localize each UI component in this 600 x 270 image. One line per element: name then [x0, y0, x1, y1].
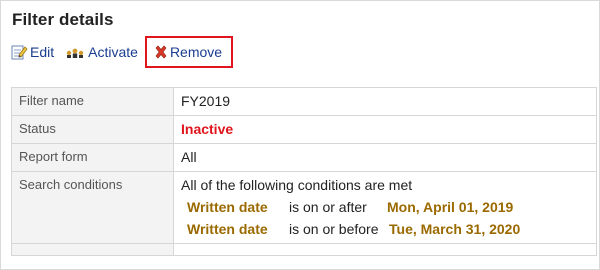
- edit-link[interactable]: Edit: [11, 44, 54, 60]
- page-title: Filter details: [12, 10, 114, 29]
- edit-label: Edit: [30, 44, 55, 60]
- status-cell: Inactive: [173, 115, 597, 144]
- search-conditions-cell: All of the following conditions are met …: [173, 171, 597, 244]
- filter-name-label: Filter name: [11, 87, 174, 116]
- activate-label: Activate: [88, 44, 138, 60]
- condition-value: Tue, March 31, 2020: [389, 221, 521, 237]
- filter-details-panel: Filter details Edit Activate Remove Filt…: [0, 0, 600, 270]
- activate-link[interactable]: Activate: [66, 44, 138, 60]
- edit-icon: [11, 44, 28, 60]
- row-partial: [11, 243, 597, 256]
- row-search-conditions: Search conditions All of the following c…: [11, 171, 597, 244]
- remove-icon: [154, 45, 168, 59]
- filter-details-table: Filter name FY2019 Status Inactive Repor…: [11, 87, 597, 256]
- report-form-label: Report form: [11, 143, 174, 172]
- toolbar: Edit Activate Remove: [11, 36, 245, 68]
- condition-row: Written date is on or before Tue, March …: [181, 221, 589, 237]
- remove-link[interactable]: Remove: [144, 36, 234, 68]
- remove-label: Remove: [169, 44, 223, 60]
- partial-row-label: [11, 243, 174, 256]
- condition-operator: is on or before: [289, 221, 379, 237]
- condition-value: Mon, April 01, 2019: [387, 199, 514, 215]
- condition-operator: is on or after: [289, 199, 367, 215]
- search-conditions-label: Search conditions: [11, 171, 174, 244]
- report-form-value: All: [173, 143, 597, 172]
- row-filter-name: Filter name FY2019: [11, 87, 597, 116]
- status-label: Status: [11, 115, 174, 144]
- conditions-summary: All of the following conditions are met: [181, 177, 413, 193]
- row-status: Status Inactive: [11, 115, 597, 144]
- condition-row: Written date is on or after Mon, April 0…: [181, 199, 589, 215]
- filter-name-value: FY2019: [173, 87, 597, 116]
- activate-icon: [66, 46, 86, 58]
- status-badge: Inactive: [181, 121, 234, 137]
- row-report-form: Report form All: [11, 143, 597, 172]
- condition-field: Written date: [187, 199, 268, 215]
- partial-row-value: [173, 243, 597, 256]
- condition-field: Written date: [187, 221, 268, 237]
